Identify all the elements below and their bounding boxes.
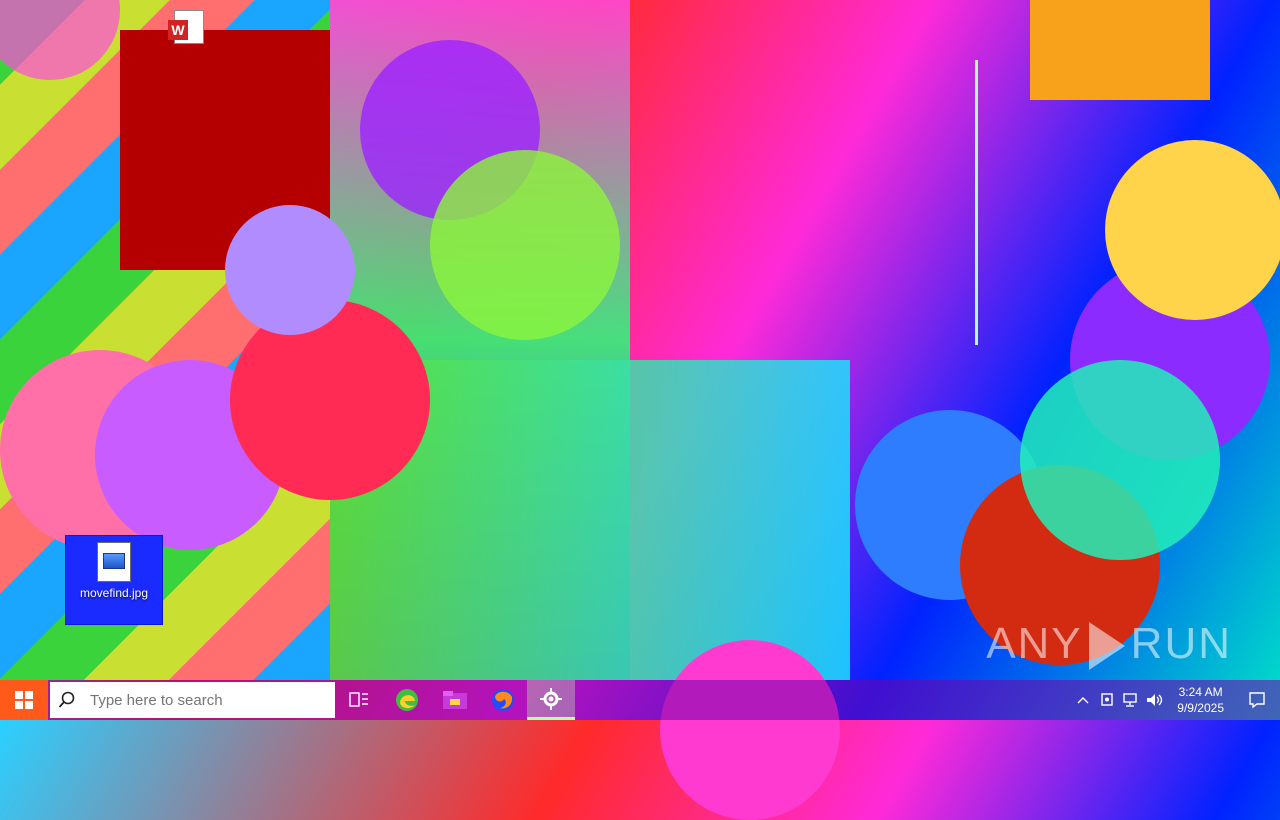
system-tray: 3:24 AM 9/9/2025: [1071, 680, 1280, 720]
network-tray-button[interactable]: [1119, 680, 1143, 720]
wallpaper-block: [330, 360, 850, 680]
action-center-button[interactable]: [1234, 680, 1280, 720]
network-icon: [1123, 693, 1137, 707]
file-explorer-button[interactable]: [431, 680, 479, 720]
wallpaper-circle: [360, 40, 540, 220]
watermark-text-left: ANY: [986, 618, 1083, 668]
play-icon: [1088, 622, 1125, 670]
clock-date: 9/9/2025: [1177, 701, 1224, 715]
wallpaper: [0, 0, 330, 680]
desktop-icon-label: movefind.jpg: [79, 586, 149, 600]
gear-icon: [540, 687, 562, 710]
word-document-icon[interactable]: W: [168, 10, 204, 44]
wallpaper-block: [1030, 0, 1210, 100]
chevron-up-icon: [1077, 697, 1089, 704]
speaker-icon: [1147, 694, 1163, 706]
clock-time: 3:24 AM: [1178, 685, 1223, 699]
start-button[interactable]: [0, 680, 48, 720]
task-view-button[interactable]: [335, 680, 383, 720]
wallpaper-circle: [1105, 140, 1280, 320]
search-icon: [58, 691, 75, 708]
wallpaper-circle: [230, 300, 430, 500]
taskbar-clock[interactable]: 3:24 AM 9/9/2025: [1167, 684, 1234, 716]
wallpaper-circle: [225, 205, 355, 335]
wallpaper-line: [975, 60, 978, 345]
image-thumbnail: [103, 553, 125, 569]
taskbar: 3:24 AM 9/9/2025: [0, 680, 1280, 720]
search-input[interactable]: [88, 690, 292, 710]
wallpaper-circle: [1020, 360, 1220, 560]
network-shield-icon: [1101, 693, 1113, 706]
word-letter: W: [168, 20, 188, 40]
folder-icon: [443, 691, 467, 709]
wallpaper-circle: [1070, 260, 1270, 460]
watermark-text-right: RUN: [1130, 618, 1232, 668]
wallpaper-circle: [0, 0, 120, 80]
wallpaper-circle: [855, 410, 1045, 600]
wallpaper-circle: [660, 640, 840, 820]
desktop-icon-movefind[interactable]: movefind.jpg: [65, 535, 163, 625]
watermark: ANY RUN: [986, 619, 1232, 670]
wallpaper-circle: [430, 150, 620, 340]
firefox-button[interactable]: [479, 680, 527, 720]
taskbar-search[interactable]: [50, 682, 335, 718]
wallpaper-block: [120, 30, 330, 270]
wallpaper-circle: [95, 360, 285, 550]
volume-tray-button[interactable]: [1143, 680, 1167, 720]
wallpaper-circle: [0, 350, 200, 550]
edge-icon: [396, 689, 418, 711]
wallpaper-block: [330, 0, 630, 680]
settings-button[interactable]: [527, 680, 575, 720]
firefox-icon: [492, 689, 514, 711]
edge-button[interactable]: [383, 680, 431, 720]
notification-icon: [1249, 692, 1265, 709]
windows-logo-icon: [15, 691, 33, 709]
vpn-tray-button[interactable]: [1095, 680, 1119, 720]
task-view-icon: [349, 692, 368, 707]
show-hidden-icons-button[interactable]: [1071, 680, 1095, 720]
image-file-icon: [97, 542, 131, 582]
